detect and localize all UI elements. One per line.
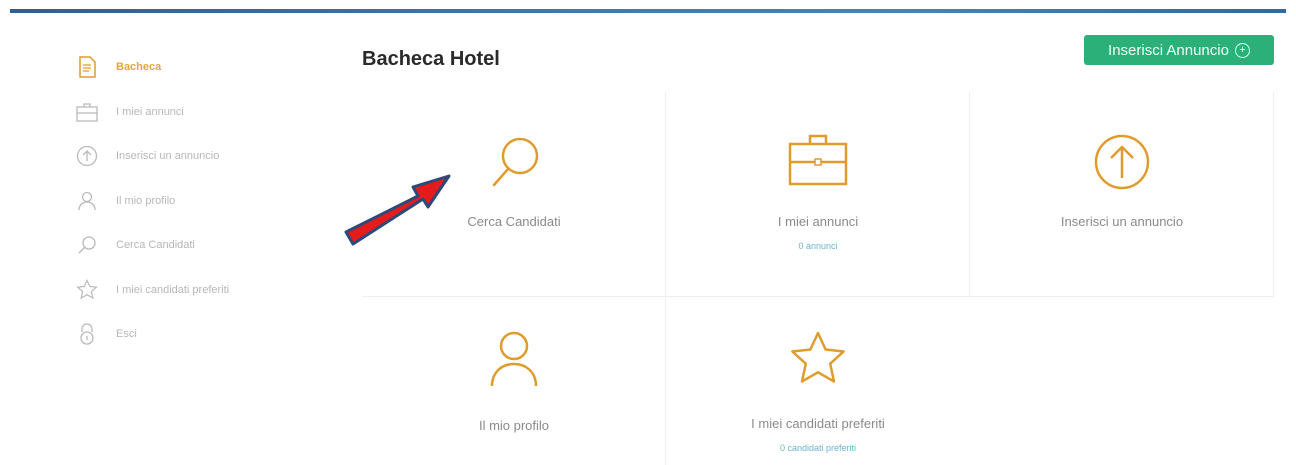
tile-my-profile[interactable]: Il mio profilo [362,330,666,433]
sidebar-item-my-ads[interactable]: I miei annunci [76,97,316,127]
sidebar: Bacheca I miei annunci Inserisci un annu… [76,52,316,364]
tile-my-ads[interactable]: I miei annunci 0 annunci [666,132,970,251]
sidebar-item-label: Il mio profilo [116,194,176,207]
sidebar-item-profile[interactable]: Il mio profilo [76,186,316,216]
briefcase-icon [76,101,98,123]
tile-label: Inserisci un annuncio [1060,214,1184,229]
grid-divider [362,296,1274,297]
upload-circle-icon [970,132,1274,192]
tile-sublabel: 0 annunci [798,241,838,251]
star-icon [666,330,970,390]
sidebar-item-search[interactable]: Cerca Candidati [76,230,316,260]
sidebar-item-label: Esci [116,328,137,340]
search-icon [76,234,98,256]
document-icon [76,56,98,78]
sidebar-item-label: Inserisci un annuncio [116,150,220,162]
user-icon [362,330,666,388]
briefcase-icon [666,132,970,188]
tile-insert-ad[interactable]: Inserisci un annuncio [970,132,1274,229]
user-icon [76,190,98,212]
insert-ad-button-label: Inserisci Annuncio [1108,41,1229,59]
sidebar-item-logout[interactable]: Esci [76,319,316,349]
dashboard-grid: Cerca Candidati I miei annunci 0 annunci… [362,92,1274,465]
tile-sublabel: 0 candidati preferiti [779,443,857,453]
sidebar-item-label: I miei annunci [116,105,184,118]
sidebar-item-favorites[interactable]: I miei candidati preferiti [76,275,316,305]
star-icon [76,278,98,301]
insert-ad-button[interactable]: Inserisci Annuncio + [1084,35,1274,65]
lock-icon [76,323,98,345]
upload-circle-icon [76,145,98,167]
top-accent-line [10,9,1286,13]
sidebar-item-label: I miei candidati preferiti [116,283,230,296]
top-bar [0,0,1296,7]
red-arrow-annotation [344,174,451,246]
tile-label: I miei candidati preferiti [751,416,885,431]
sidebar-item-insert-ad[interactable]: Inserisci un annuncio [76,141,316,171]
tile-label: I miei annunci [777,214,859,229]
sidebar-item-label: Cerca Candidati [116,239,195,251]
plus-circle-icon: + [1234,42,1250,58]
tile-label: Il mio profilo [478,418,550,433]
sidebar-item-bacheca[interactable]: Bacheca [76,52,316,82]
page-title: Bacheca Hotel [362,48,500,70]
tile-favorite-candidates[interactable]: I miei candidati preferiti 0 candidati p… [666,330,970,453]
sidebar-item-label: Bacheca [116,61,162,73]
